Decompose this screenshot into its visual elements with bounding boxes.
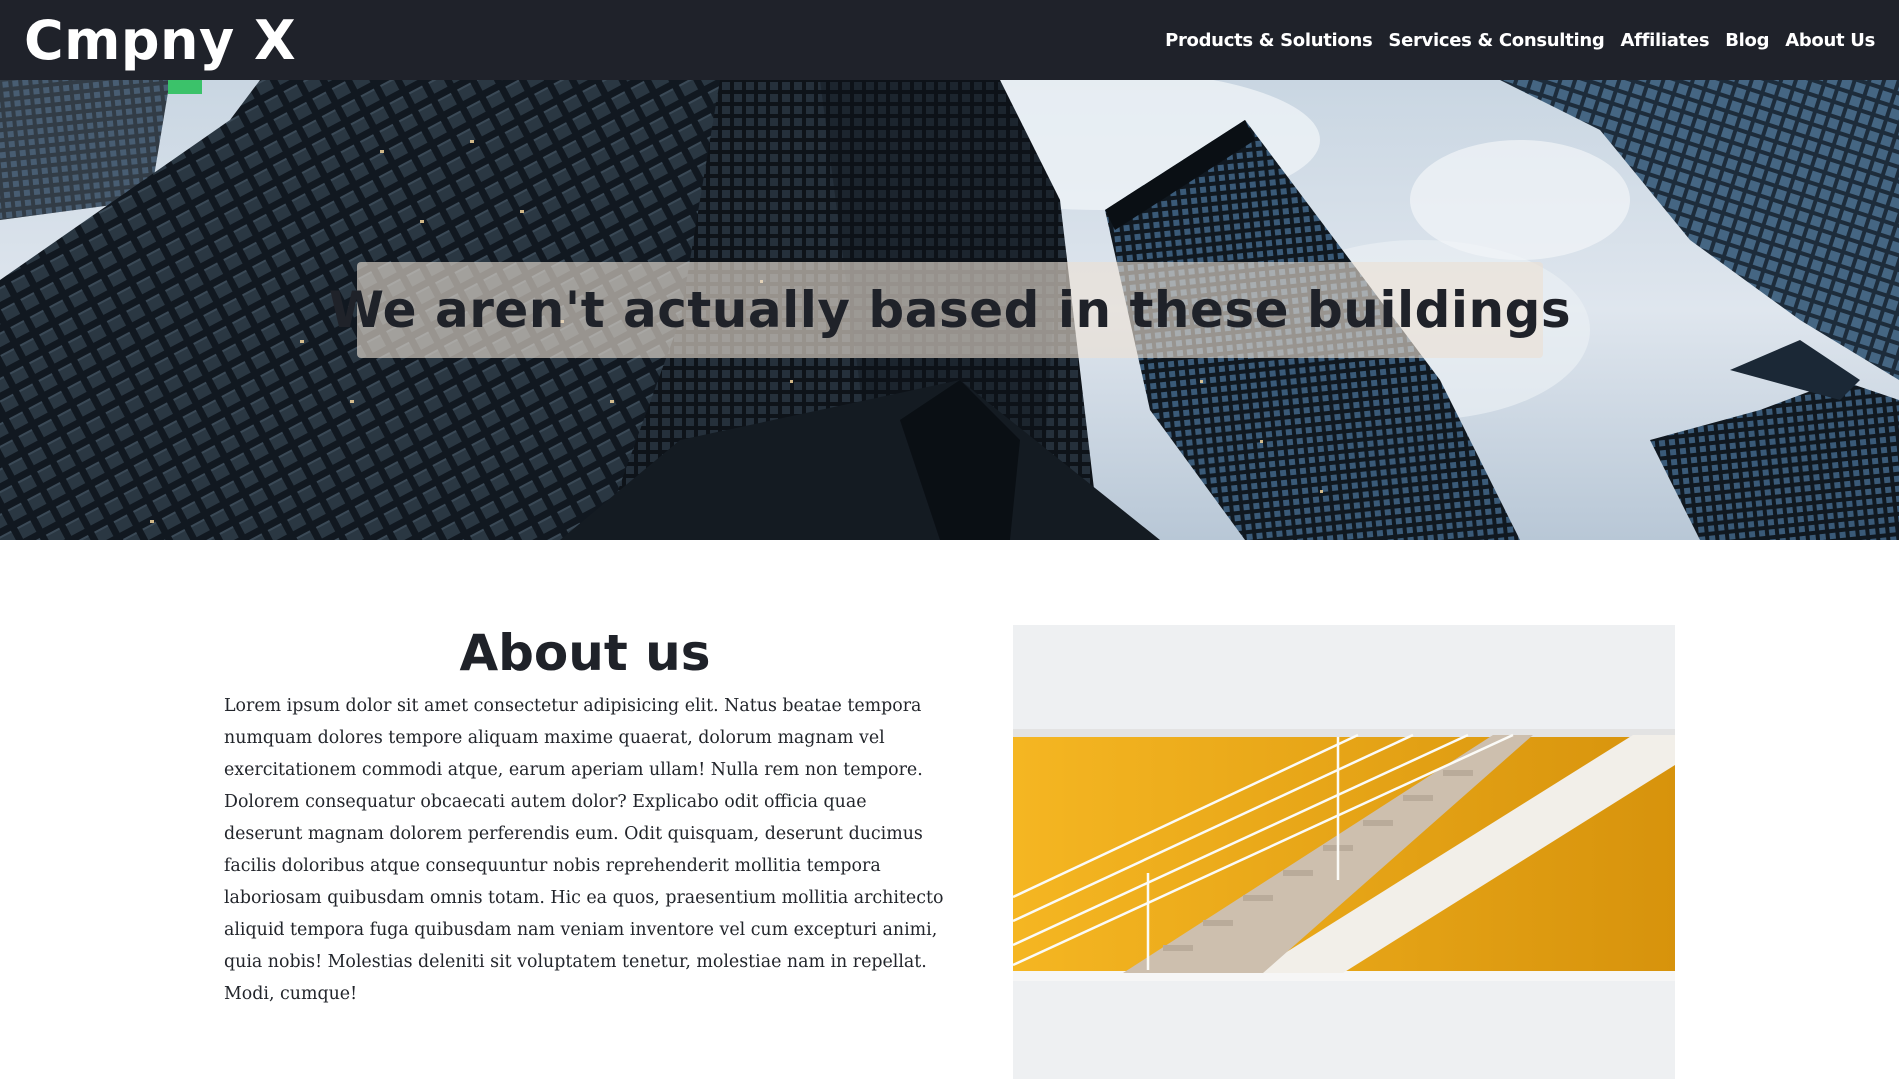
nav-link-products-solutions[interactable]: Products & Solutions [1165,30,1373,51]
hero-caption-box: We aren't actually based in these buildi… [329,262,1571,358]
hero-caption: We aren't actually based in these buildi… [328,281,1572,339]
about-staircase-image [1013,625,1675,1079]
hero-banner: We aren't actually based in these buildi… [0,80,1899,540]
staircase-illustration [1013,625,1675,1079]
nav-link-blog[interactable]: Blog [1725,30,1769,51]
nav-link-services-consulting[interactable]: Services & Consulting [1388,30,1604,51]
site-header: Cmpny X Products & Solutions Services & … [0,0,1899,80]
about-title: About us [459,624,711,682]
about-body-text: Lorem ipsum dolor sit amet consectetur a… [224,696,944,1004]
main-nav: Products & Solutions Services & Consulti… [1165,0,1875,80]
nav-link-about-us[interactable]: About Us [1785,30,1875,51]
nav-link-affiliates[interactable]: Affiliates [1620,30,1709,51]
site-logo[interactable]: Cmpny X [24,8,296,74]
